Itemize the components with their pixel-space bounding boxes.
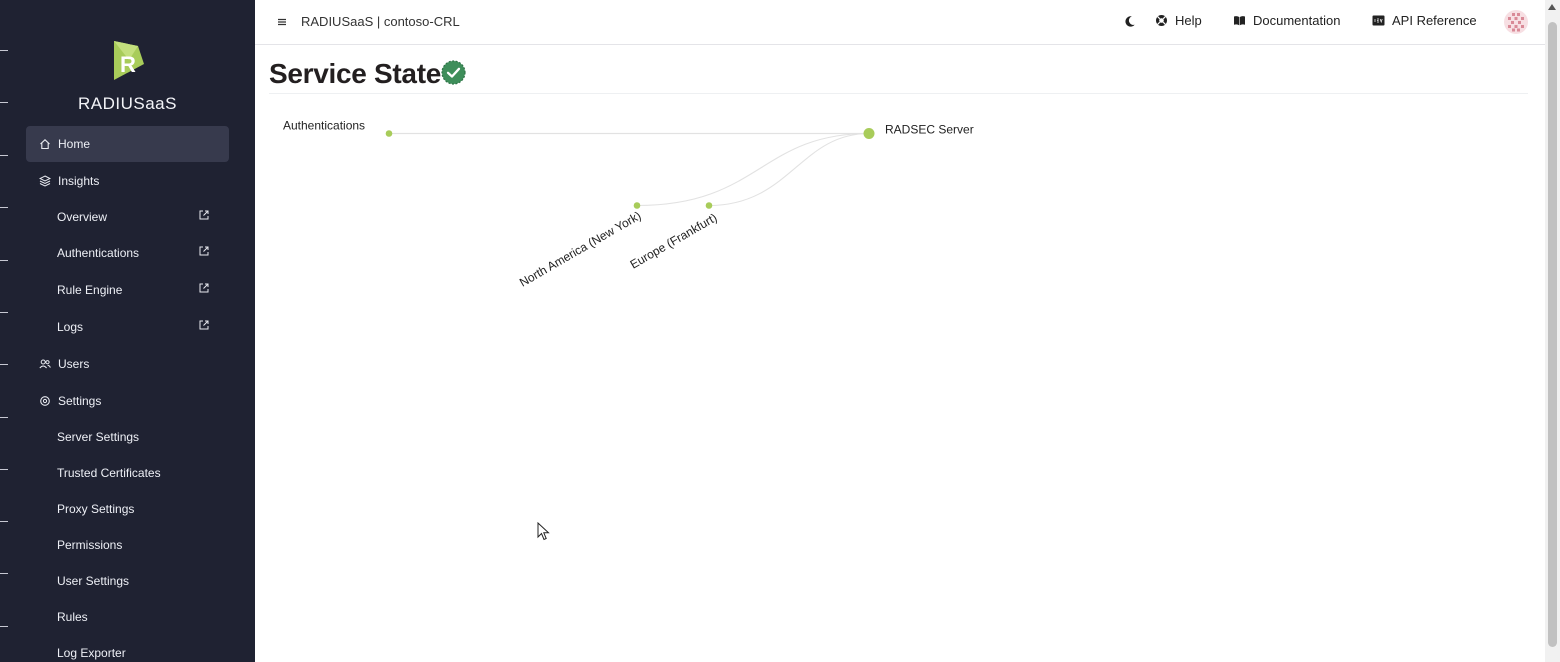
- graph-link: [636, 132, 870, 207]
- vertical-scrollbar[interactable]: [1545, 0, 1560, 662]
- scroll-up-arrow-icon[interactable]: [1548, 4, 1556, 10]
- graph-node-region[interactable]: [633, 202, 641, 209]
- graph-link: [708, 132, 870, 207]
- graph-node-root[interactable]: [385, 130, 393, 137]
- graph-node-region[interactable]: [705, 202, 713, 209]
- service-state-graph: Authentications RADSEC Server North Amer…: [283, 119, 974, 290]
- graph-label-root: Authentications: [283, 119, 365, 133]
- graph-node-target[interactable]: [863, 128, 875, 139]
- mouse-cursor-icon: [537, 522, 550, 541]
- graph-label-target: RADSEC Server: [885, 123, 974, 137]
- graph-label-region: North America (New York): [517, 208, 644, 289]
- scroll-thumb[interactable]: [1548, 22, 1557, 647]
